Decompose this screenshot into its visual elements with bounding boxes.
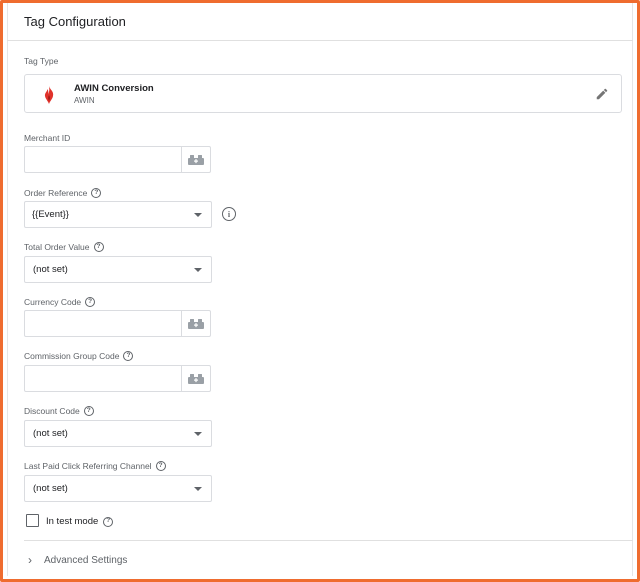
awin-logo-icon (44, 86, 54, 104)
test-mode-checkbox[interactable] (26, 514, 39, 527)
tag-type-vendor: AWIN (74, 96, 95, 105)
currency-code-field (24, 310, 211, 337)
chevron-right-icon: › (28, 553, 32, 567)
merchant-id-label-text: Merchant ID (24, 133, 71, 143)
help-icon[interactable]: ? (93, 242, 104, 252)
commission-group-code-field (24, 365, 211, 392)
variable-picker-button[interactable] (181, 366, 210, 391)
total-order-value-select[interactable]: (not set) (24, 256, 212, 283)
order-reference-label-text: Order Reference (24, 188, 88, 198)
header-divider (7, 40, 633, 41)
advanced-settings-toggle[interactable]: › Advanced Settings (28, 553, 127, 567)
tag-type-name: AWIN Conversion (74, 83, 154, 94)
last-paid-click-label-text: Last Paid Click Referring Channel (24, 461, 152, 471)
order-reference-value: {{Event}} (32, 209, 69, 220)
last-paid-click-select[interactable]: (not set) (24, 475, 212, 502)
discount-code-select[interactable]: (not set) (24, 420, 212, 447)
currency-code-label: Currency Code ? (24, 297, 96, 307)
commission-group-code-label: Commission Group Code ? (24, 351, 134, 361)
variable-brick-icon (188, 154, 204, 165)
merchant-id-input[interactable] (25, 147, 183, 172)
tag-type-card[interactable]: AWIN Conversion AWIN (24, 74, 622, 113)
help-icon[interactable]: ? (91, 188, 102, 198)
help-icon[interactable]: ? (85, 297, 96, 307)
discount-code-value: (not set) (33, 428, 68, 439)
currency-code-label-text: Currency Code (24, 297, 82, 307)
chevron-down-icon (194, 432, 202, 436)
variable-brick-icon (188, 318, 204, 329)
advanced-settings-label: Advanced Settings (44, 554, 128, 566)
variable-picker-button[interactable] (181, 147, 210, 172)
chevron-down-icon (194, 213, 202, 217)
discount-code-label: Discount Code ? (24, 406, 94, 416)
tag-type-label-text: Tag Type (24, 56, 59, 66)
merchant-id-label: Merchant ID (24, 133, 70, 143)
help-icon[interactable]: ? (123, 351, 134, 361)
variable-brick-icon (188, 373, 204, 384)
chevron-down-icon (194, 487, 202, 491)
test-mode-label-text: In test mode (46, 516, 99, 527)
order-reference-label: Order Reference ? (24, 188, 102, 198)
discount-code-label-text: Discount Code (24, 406, 80, 416)
total-order-value-label: Total Order Value ? (24, 242, 104, 252)
currency-code-input[interactable] (25, 311, 183, 336)
order-reference-select[interactable]: {{Event}} (24, 201, 212, 228)
panel-title: Tag Configuration (24, 14, 126, 29)
last-paid-click-value: (not set) (33, 483, 68, 494)
info-icon[interactable]: i (222, 207, 236, 221)
last-paid-click-label: Last Paid Click Referring Channel ? (24, 461, 166, 471)
total-order-value-label-text: Total Order Value (24, 242, 90, 252)
tag-type-label: Tag Type (24, 56, 58, 66)
test-mode-label: In test mode ? (46, 516, 114, 527)
merchant-id-field (24, 146, 211, 173)
total-order-value-value: (not set) (33, 264, 68, 275)
help-icon[interactable]: ? (83, 406, 94, 416)
chevron-down-icon (194, 268, 202, 272)
commission-group-code-label-text: Commission Group Code (24, 351, 120, 361)
pencil-icon[interactable] (595, 87, 609, 101)
help-icon[interactable]: ? (103, 516, 114, 527)
section-divider (24, 540, 633, 541)
variable-picker-button[interactable] (181, 311, 210, 336)
help-icon[interactable]: ? (155, 461, 166, 471)
commission-group-code-input[interactable] (25, 366, 183, 391)
